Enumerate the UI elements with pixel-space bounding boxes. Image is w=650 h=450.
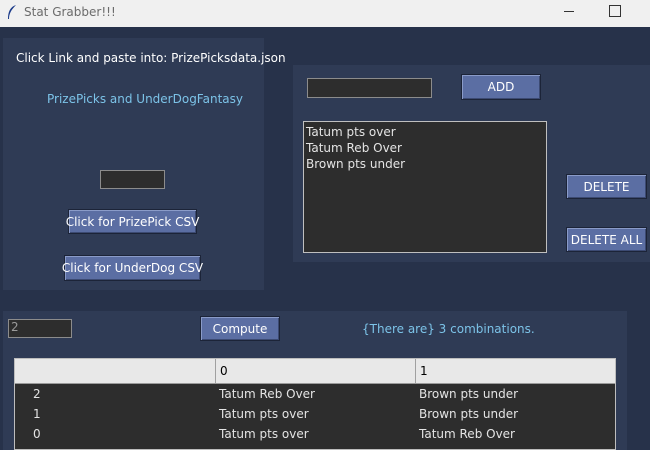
row-cell: Tatum Reb Over [219,387,315,401]
row-index: 0 [33,427,41,441]
row-index: 2 [33,387,41,401]
pick-entry[interactable] [307,78,432,98]
column-header-index[interactable] [15,359,216,383]
column-header-0[interactable]: 0 [216,359,416,383]
row-cell: Brown pts under [419,407,519,421]
maximize-button[interactable] [604,0,628,24]
instruction-label: Click Link and paste into: PrizePicksdat… [16,51,286,65]
csv-entry[interactable] [100,170,165,189]
table-row[interactable]: 1 Tatum pts over Brown pts under [15,404,615,424]
add-button[interactable]: ADD [461,74,541,100]
list-item[interactable]: Tatum pts over [306,124,546,140]
compute-button[interactable]: Compute [200,316,280,341]
row-cell: Tatum Reb Over [419,427,515,441]
row-index: 1 [33,407,41,421]
row-cell: Tatum pts over [219,427,309,441]
underdog-csv-button[interactable]: Click for UnderDog CSV [62,255,203,281]
delete-button[interactable]: DELETE [566,174,647,199]
combination-size-entry[interactable]: 2 [8,319,72,338]
column-header-1[interactable]: 1 [416,359,615,383]
title-bar: Stat Grabber!!! [0,0,650,27]
window-title: Stat Grabber!!! [24,5,116,19]
minimize-button[interactable] [558,0,582,24]
delete-all-button[interactable]: DELETE ALL [566,227,647,252]
table-row[interactable]: 2 Tatum Reb Over Brown pts under [15,384,615,404]
picks-listbox[interactable]: Tatum pts over Tatum Reb Over Brown pts … [303,121,547,253]
combinations-table[interactable]: 0 1 2 Tatum Reb Over Brown pts under 1 T… [14,358,616,450]
row-cell: Brown pts under [419,387,519,401]
prizepick-csv-button[interactable]: Click for PrizePick CSV [66,209,199,234]
feather-icon [8,5,16,19]
csv-panel [3,38,264,290]
row-cell: Tatum pts over [219,407,309,421]
combinations-count-label: {There are} 3 combinations. [362,322,535,336]
list-item[interactable]: Tatum Reb Over [306,140,546,156]
table-row[interactable]: 0 Tatum pts over Tatum Reb Over [15,424,615,444]
sites-link[interactable]: PrizePicks and UnderDogFantasy [47,92,243,106]
table-header: 0 1 [15,359,615,384]
list-item[interactable]: Brown pts under [306,156,546,172]
